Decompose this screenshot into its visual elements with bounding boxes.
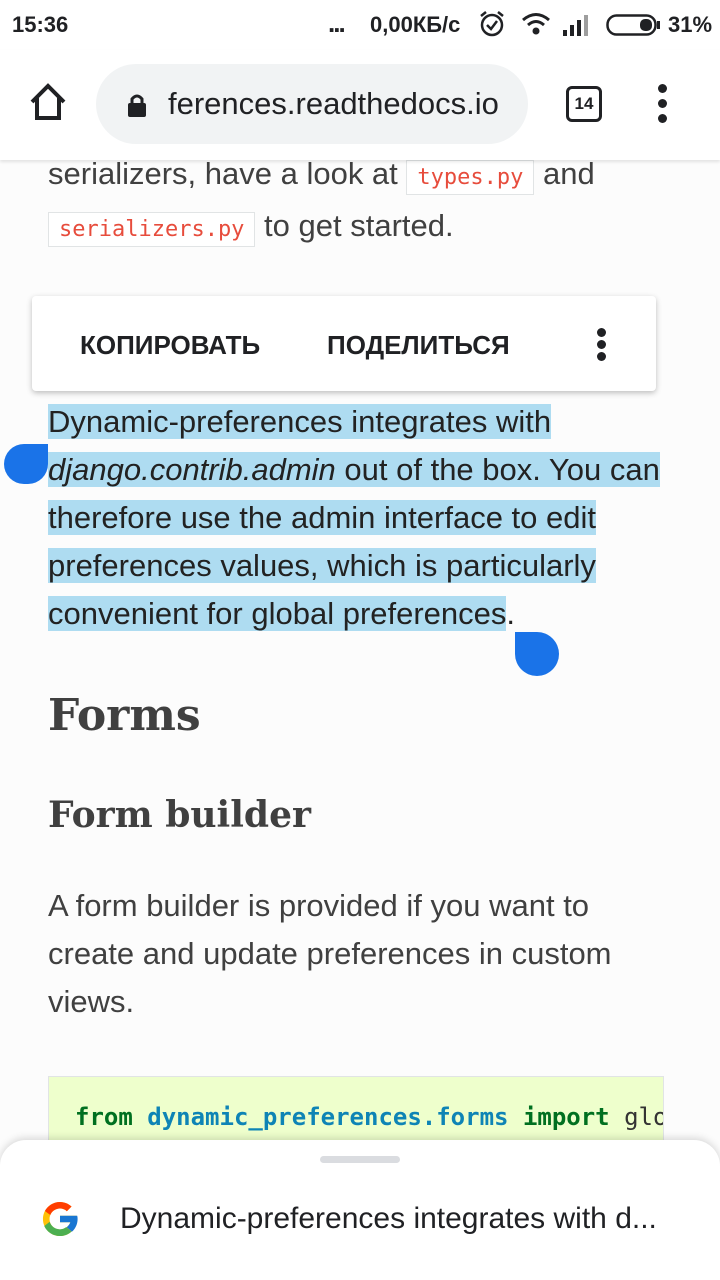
form-builder-paragraph: A form builder is provided if you want t… — [48, 888, 612, 1019]
selected-paragraph[interactable]: Dynamic-preferences integrates with djan… — [48, 398, 678, 638]
copy-button[interactable]: КОПИРОВАТЬ — [80, 330, 260, 361]
home-icon[interactable] — [26, 80, 70, 124]
selected-text-part1: Dynamic-preferences integrates with — [48, 404, 552, 439]
paragraph-end-dot: . — [506, 596, 516, 631]
code-module: dynamic_preferences.forms — [147, 1103, 509, 1131]
page-content: serializers, have a look at types.py and… — [0, 156, 720, 1280]
code-keyword-from: from — [75, 1103, 133, 1131]
code-keyword-import: import — [522, 1103, 610, 1131]
code-line: from dynamic_preferences.forms import gl… — [75, 1103, 664, 1131]
code-rest: glo — [624, 1103, 664, 1131]
intro-paragraph: serializers, have a look at types.py and… — [48, 150, 688, 254]
status-dots: ... — [328, 8, 346, 38]
battery-percent: 31% — [668, 12, 713, 37]
status-time: 15:36 — [12, 12, 69, 37]
status-bar: 15:36 ... 0,00КБ/с 31% — [0, 0, 720, 50]
form-builder-heading: Form builder — [48, 794, 311, 836]
signal-icon — [563, 15, 588, 36]
search-query-text: Dynamic-preferences integrates with d... — [120, 1202, 657, 1235]
forms-heading: Forms — [48, 690, 201, 741]
more-menu-icon[interactable] — [651, 84, 675, 124]
screen: 15:36 ... 0,00КБ/с 31% ferences.readthed… — [0, 0, 720, 1280]
browser-toolbar: ferences.readthedocs.io 14 — [0, 50, 720, 160]
lock-icon — [128, 94, 146, 117]
share-button[interactable]: ПОДЕЛИТЬСЯ — [327, 330, 510, 361]
more-options-icon[interactable] — [592, 328, 612, 362]
tab-switcher-button[interactable]: 14 — [566, 86, 602, 122]
address-bar[interactable]: ferences.readthedocs.io — [96, 64, 528, 144]
wifi-icon — [522, 13, 550, 35]
google-search-sheet[interactable]: Dynamic-preferences integrates with d... — [0, 1140, 720, 1280]
battery-icon — [606, 14, 660, 36]
alarm-icon — [480, 11, 504, 37]
url-text: ferences.readthedocs.io — [168, 86, 499, 121]
sheet-drag-handle[interactable] — [320, 1156, 400, 1163]
selection-start-handle[interactable] — [4, 444, 48, 484]
intro-after: to get started. — [255, 208, 454, 243]
intro-and: and — [534, 156, 595, 191]
network-speed: 0,00КБ/с — [370, 12, 461, 37]
types-py-code: types.py — [406, 160, 535, 195]
selected-text-italic: django.contrib.admin — [48, 452, 336, 487]
serializers-py-code: serializers.py — [48, 212, 256, 247]
text-selection-menu: КОПИРОВАТЬ ПОДЕЛИТЬСЯ — [32, 296, 656, 391]
selection-end-handle[interactable] — [515, 632, 559, 676]
intro-text: serializers, have a look at — [48, 156, 407, 191]
google-logo-icon — [42, 1201, 78, 1237]
